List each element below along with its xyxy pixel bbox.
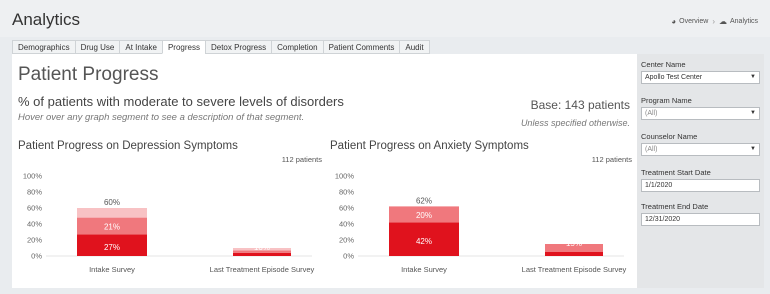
- tab-completion[interactable]: Completion: [271, 40, 323, 54]
- center-filter: Center Name Apollo Test Center ▼: [641, 60, 760, 84]
- tab-demographics[interactable]: Demographics: [12, 40, 75, 54]
- dropdown-caret-icon: ▼: [750, 110, 756, 116]
- counselor-select-value: (All): [645, 146, 658, 153]
- y-tick-label: 40%: [27, 220, 42, 229]
- data-label: 42%: [416, 237, 432, 246]
- data-label: 20%: [416, 211, 432, 220]
- y-tick-label: 40%: [339, 220, 354, 229]
- counselor-filter: Counselor Name (All) ▼: [641, 132, 760, 156]
- y-tick-label: 80%: [339, 188, 354, 197]
- y-tick-label: 100%: [23, 172, 43, 181]
- program-select-value: (All): [645, 110, 658, 117]
- breadcrumb: ◕ Overview › ☁ Analytics: [671, 17, 758, 26]
- end-date-input[interactable]: 12/31/2020: [641, 213, 760, 226]
- breadcrumb-overview-label: Overview: [679, 18, 709, 25]
- start-date-label: Treatment Start Date: [641, 168, 711, 177]
- breadcrumb-separator: ›: [712, 17, 715, 26]
- data-label: 10%: [254, 243, 270, 252]
- page-title: Patient Progress: [18, 64, 159, 85]
- tab-audit[interactable]: Audit: [399, 40, 430, 54]
- cloud-icon: ☁: [718, 17, 727, 26]
- tab-progress[interactable]: Progress: [161, 40, 205, 54]
- start-date-input[interactable]: 1/1/2020: [641, 179, 760, 192]
- top-bar: Analytics ◕ Overview › ☁ Analytics: [0, 0, 770, 37]
- dropdown-caret-icon: ▼: [750, 74, 756, 80]
- anxiety-chart: 100% 80% 60% 40% 20% 0% Intake Survey Last Trea…: [335, 172, 627, 275]
- data-label: 15%: [566, 239, 582, 248]
- tab-drug-use[interactable]: Drug Use: [74, 40, 120, 54]
- y-tick-label: 0%: [31, 252, 42, 261]
- tab-bar: Demographics Drug Use At Intake Progress…: [12, 40, 430, 54]
- anxiety-patient-count: 112 patients: [591, 155, 632, 164]
- center-select-value: Apollo Test Center: [645, 74, 703, 81]
- data-label: 27%: [104, 243, 120, 252]
- tab-at-intake[interactable]: At Intake: [119, 40, 162, 54]
- data-label: 60%: [104, 198, 120, 207]
- y-tick-label: 60%: [339, 204, 354, 213]
- dropdown-caret-icon: ▼: [750, 146, 756, 152]
- x-category-label: Last Treatment Episode Survey: [210, 265, 315, 274]
- tab-detox-progress[interactable]: Detox Progress: [204, 40, 272, 54]
- end-date-filter: Treatment End Date 12/31/2020: [641, 202, 760, 226]
- app-title: Analytics: [12, 10, 81, 29]
- y-tick-label: 20%: [27, 236, 42, 245]
- page-subtitle: % of patients with moderate to severe le…: [18, 94, 344, 109]
- depression-patient-count: 112 patients: [281, 155, 322, 164]
- dashboard-panel: Patient Progress % of patients with mode…: [12, 54, 637, 288]
- center-select[interactable]: Apollo Test Center ▼: [641, 71, 760, 84]
- program-select[interactable]: (All) ▼: [641, 107, 760, 120]
- base-note: Unless specified otherwise.: [520, 118, 630, 128]
- y-tick-label: 100%: [335, 172, 355, 181]
- depression-chart-title: Patient Progress on Depression Symptoms: [18, 140, 238, 152]
- speedometer-icon: ◕: [671, 17, 677, 26]
- x-category-label: Intake Survey: [401, 265, 447, 274]
- start-date-filter: Treatment Start Date 1/1/2020: [641, 168, 760, 192]
- program-filter-label: Program Name: [641, 96, 692, 105]
- program-filter: Program Name (All) ▼: [641, 96, 760, 120]
- y-tick-label: 20%: [339, 236, 354, 245]
- center-filter-label: Center Name: [641, 60, 686, 69]
- data-label: 62%: [416, 196, 432, 205]
- breadcrumb-analytics-label: Analytics: [729, 18, 758, 25]
- y-tick-label: 80%: [27, 188, 42, 197]
- y-tick-label: 0%: [343, 252, 354, 261]
- breadcrumb-analytics[interactable]: ☁ Analytics: [719, 17, 758, 26]
- depression-chart: 100% 80% 60% 40% 20% 0% Intake Survey Last Trea…: [23, 172, 315, 275]
- data-label: 21%: [104, 222, 120, 231]
- start-date-value: 1/1/2020: [645, 182, 673, 189]
- y-tick-label: 60%: [27, 204, 42, 213]
- tab-patient-comments[interactable]: Patient Comments: [322, 40, 400, 54]
- end-date-value: 12/31/2020: [645, 216, 681, 223]
- breadcrumb-overview[interactable]: ◕ Overview: [671, 17, 708, 26]
- anxiety-chart-title: Patient Progress on Anxiety Symptoms: [330, 140, 529, 152]
- counselor-select[interactable]: (All) ▼: [641, 143, 760, 156]
- bar-segment: [233, 252, 291, 256]
- end-date-label: Treatment End Date: [641, 202, 709, 211]
- x-category-label: Last Treatment Episode Survey: [522, 265, 627, 274]
- filter-sidebar: Center Name Apollo Test Center ▼ Program…: [637, 54, 764, 288]
- counselor-filter-label: Counselor Name: [641, 132, 698, 141]
- bar-segment: [77, 208, 147, 218]
- x-category-label: Intake Survey: [89, 265, 135, 274]
- hover-hint: Hover over any graph segment to see a de…: [18, 112, 305, 123]
- bar-segment: [545, 252, 603, 256]
- base-count: Base: 143 patients: [530, 98, 630, 112]
